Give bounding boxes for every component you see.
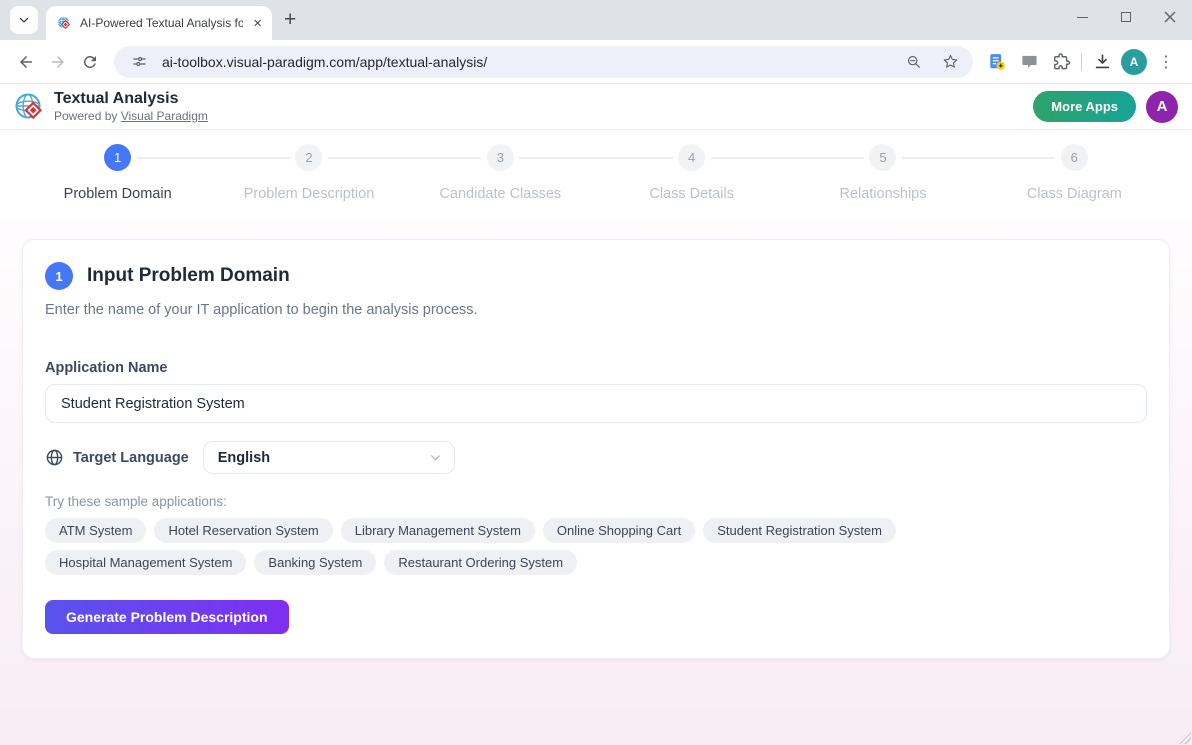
app-header: Textual Analysis Powered by Visual Parad… — [0, 84, 1192, 130]
browser-profile-avatar[interactable]: A — [1121, 49, 1147, 75]
toolbar-separator — [1081, 53, 1082, 71]
arrow-left-icon — [17, 53, 35, 71]
generate-problem-description-button[interactable]: Generate Problem Description — [45, 600, 289, 634]
page-background: 1 Input Problem Domain Enter the name of… — [0, 220, 1192, 745]
speech-bubble-icon — [1021, 53, 1038, 70]
step-label: Problem Domain — [64, 186, 172, 202]
document-download-icon — [987, 52, 1007, 72]
sample-chips: ATM System Hotel Reservation System Libr… — [45, 518, 1055, 575]
target-language-select[interactable]: English — [203, 441, 455, 474]
tab-title: AI-Powered Textual Analysis for — [80, 16, 243, 30]
browser-toolbar: ai-toolbox.visual-paradigm.com/app/textu… — [0, 40, 1192, 84]
sample-chip-hotel-reservation-system[interactable]: Hotel Reservation System — [154, 518, 332, 543]
selected-language: English — [218, 450, 429, 466]
reload-button[interactable] — [74, 46, 106, 78]
stepper: 1 Problem Domain 2 Problem Description 3… — [0, 130, 1192, 220]
puzzle-piece-icon — [1052, 52, 1071, 71]
tune-sliders-icon — [132, 54, 147, 69]
forward-button[interactable] — [42, 46, 74, 78]
page-title: Input Problem Domain — [87, 265, 290, 287]
input-problem-domain-card: 1 Input Problem Domain Enter the name of… — [22, 239, 1170, 659]
feedback-button[interactable] — [1013, 46, 1045, 78]
sample-chip-restaurant-ordering-system[interactable]: Restaurant Ordering System — [384, 550, 577, 575]
browser-tab[interactable]: AI-Powered Textual Analysis for × — [46, 6, 272, 40]
stepper-step-candidate-classes[interactable]: 3 Candidate Classes — [405, 144, 596, 202]
stepper-step-relationships[interactable]: 5 Relationships — [787, 144, 978, 202]
star-outline-icon — [942, 53, 959, 70]
arrow-right-icon — [49, 53, 67, 71]
step-circle: 4 — [678, 144, 705, 171]
reload-icon — [81, 53, 99, 71]
sample-chip-hospital-management-system[interactable]: Hospital Management System — [45, 550, 246, 575]
chevron-down-icon — [429, 451, 442, 464]
url-text[interactable]: ai-toolbox.visual-paradigm.com/app/textu… — [162, 54, 891, 70]
visual-paradigm-logo-icon — [14, 91, 46, 123]
target-language-row: Target Language English — [45, 441, 1147, 474]
stepper-step-problem-domain[interactable]: 1 Problem Domain — [22, 144, 213, 202]
app-title-block: Textual Analysis Powered by Visual Parad… — [54, 90, 208, 122]
site-info-button[interactable] — [126, 49, 152, 75]
bookmark-button[interactable] — [937, 49, 963, 75]
url-bar[interactable]: ai-toolbox.visual-paradigm.com/app/textu… — [114, 46, 973, 78]
magnifier-minus-icon — [906, 54, 922, 70]
minimize-icon — [1077, 17, 1088, 18]
visual-paradigm-link[interactable]: Visual Paradigm — [121, 109, 208, 123]
step-circle: 5 — [869, 144, 896, 171]
browser-window: AI-Powered Textual Analysis for × + — [0, 0, 1192, 745]
sample-chip-online-shopping-cart[interactable]: Online Shopping Cart — [543, 518, 695, 543]
window-close-button[interactable] — [1148, 0, 1192, 34]
extensions-button[interactable] — [1045, 46, 1077, 78]
step-label: Candidate Classes — [439, 186, 561, 202]
app-title: Textual Analysis — [54, 90, 208, 108]
step-label: Problem Description — [244, 186, 375, 202]
browser-menu-button[interactable]: ⋮ — [1150, 46, 1182, 78]
back-button[interactable] — [10, 46, 42, 78]
window-minimize-button[interactable] — [1060, 0, 1104, 34]
sample-chip-library-management-system[interactable]: Library Management System — [341, 518, 535, 543]
stepper-step-problem-description[interactable]: 2 Problem Description — [213, 144, 404, 202]
window-controls — [1060, 0, 1192, 34]
step-label: Class Diagram — [1027, 186, 1122, 202]
extension-doc-button[interactable] — [981, 46, 1013, 78]
close-icon — [1164, 11, 1176, 23]
download-arrow-icon — [1093, 52, 1112, 71]
window-resize-grip[interactable] — [1179, 732, 1191, 744]
application-name-label: Application Name — [45, 360, 1147, 376]
step-circle: 3 — [487, 144, 514, 171]
stepper-step-class-details[interactable]: 4 Class Details — [596, 144, 787, 202]
globe-icon — [45, 448, 64, 467]
tab-close-icon[interactable]: × — [251, 14, 264, 33]
samples-label: Try these sample applications: — [45, 494, 1147, 509]
new-tab-button[interactable]: + — [284, 8, 296, 32]
header-right: More Apps A — [1033, 91, 1178, 123]
zoom-button[interactable] — [901, 49, 927, 75]
stepper-step-class-diagram[interactable]: 6 Class Diagram — [979, 144, 1170, 202]
maximize-icon — [1121, 12, 1131, 22]
app-user-avatar[interactable]: A — [1146, 91, 1178, 123]
target-language-label: Target Language — [73, 450, 189, 466]
powered-by: Powered by Visual Paradigm — [54, 109, 208, 123]
window-maximize-button[interactable] — [1104, 0, 1148, 34]
application-name-input[interactable] — [45, 384, 1147, 423]
card-subtitle: Enter the name of your IT application to… — [45, 302, 1147, 318]
step-circle: 2 — [295, 144, 322, 171]
visual-paradigm-favicon-icon — [56, 15, 72, 31]
chevron-down-icon — [18, 14, 30, 26]
titlebar: AI-Powered Textual Analysis for × + — [0, 0, 1192, 40]
step-label: Class Details — [649, 186, 734, 202]
downloads-button[interactable] — [1086, 46, 1118, 78]
sample-chip-student-registration-system[interactable]: Student Registration System — [703, 518, 896, 543]
sample-chip-banking-system[interactable]: Banking System — [254, 550, 376, 575]
step-label: Relationships — [839, 186, 926, 202]
tab-search-button[interactable] — [10, 6, 38, 34]
card-heading-row: 1 Input Problem Domain — [45, 262, 1147, 290]
step-circle: 1 — [104, 144, 131, 171]
step-number-badge: 1 — [45, 262, 73, 290]
sample-chip-atm-system[interactable]: ATM System — [45, 518, 146, 543]
more-apps-button[interactable]: More Apps — [1033, 91, 1136, 122]
step-circle: 6 — [1061, 144, 1088, 171]
